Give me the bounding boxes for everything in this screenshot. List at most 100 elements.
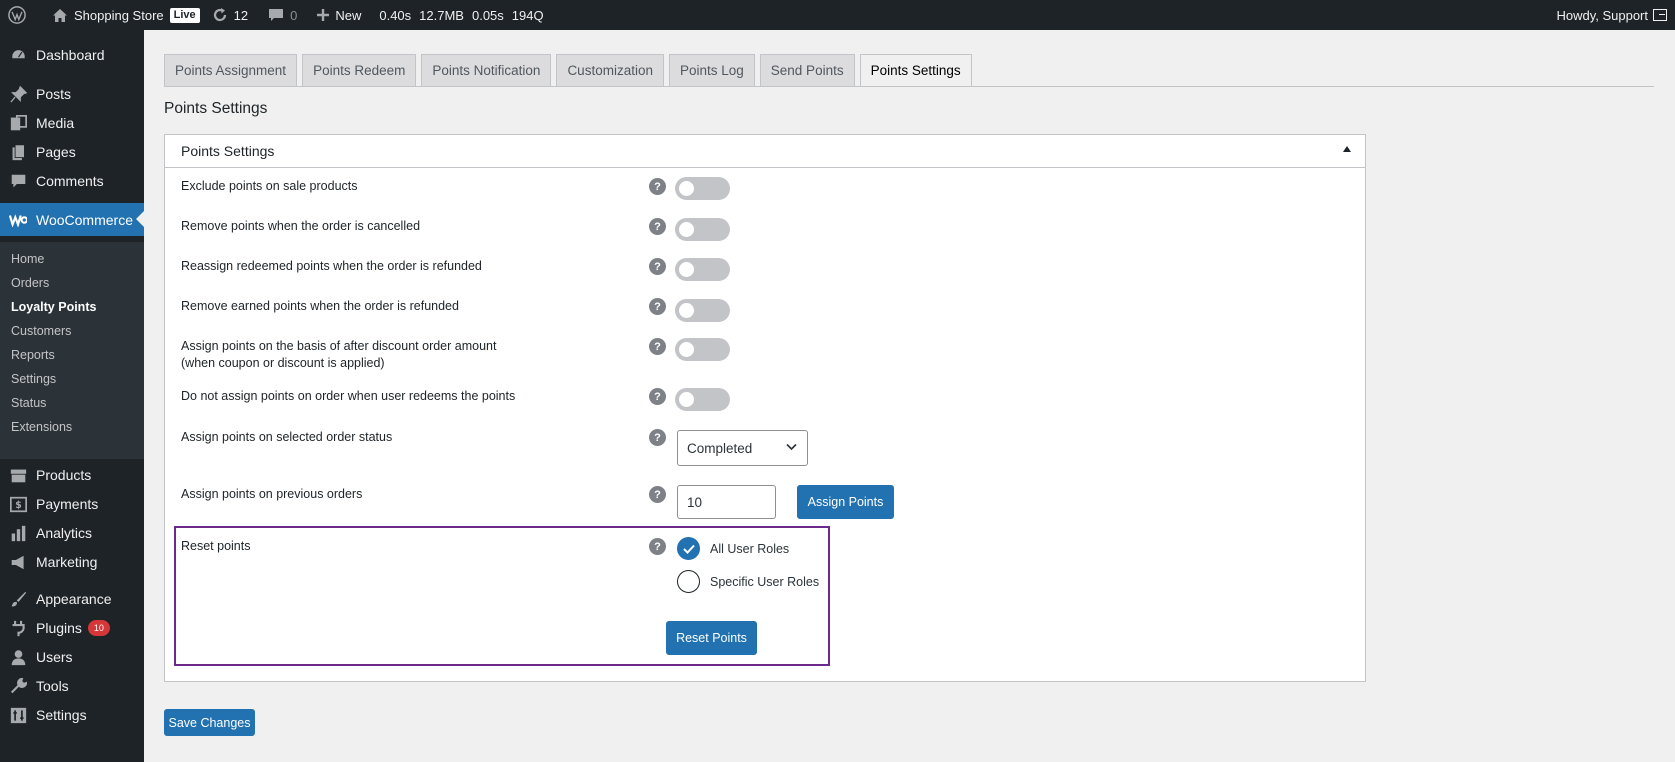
label-exclude-sale-products: Exclude points on sale products (181, 179, 358, 193)
sidebar-item-users[interactable]: Users (0, 642, 144, 672)
toggle-after-discount-amount[interactable] (675, 338, 730, 361)
radio-specific-user-roles[interactable] (677, 570, 700, 593)
sidebar-item-dashboard[interactable]: Dashboard (0, 40, 144, 70)
submenu-item-loyalty-points[interactable]: Loyalty Points (11, 300, 96, 314)
sidebar-item-media[interactable]: Media (0, 108, 144, 138)
label-order-status: Assign points on selected order status (181, 430, 393, 444)
settings-tabs: Points Assignment Points Redeem Points N… (164, 54, 977, 87)
archive-icon (8, 465, 28, 485)
panel-header[interactable]: Points Settings (165, 135, 1365, 168)
toggle-remove-on-cancel[interactable] (675, 218, 730, 241)
label-previous-orders: Assign points on previous orders (181, 487, 363, 501)
tab-points-assignment[interactable]: Points Assignment (164, 54, 298, 86)
sidebar-item-products[interactable]: Products (0, 460, 144, 490)
radio-all-user-roles[interactable] (677, 537, 700, 560)
updates-link[interactable]: 12 (206, 0, 254, 30)
comment-bubble-icon (268, 8, 284, 23)
help-icon[interactable]: ? (649, 178, 666, 195)
tab-points-redeem[interactable]: Points Redeem (302, 54, 417, 86)
settings-icon (8, 705, 28, 725)
greeting: Howdy, Support (1556, 7, 1648, 23)
submenu-item-extensions[interactable]: Extensions (11, 420, 72, 434)
tab-points-settings[interactable]: Points Settings (859, 54, 972, 87)
help-icon[interactable]: ? (649, 298, 666, 315)
sidebar-item-comments[interactable]: Comments (0, 166, 144, 196)
pin-icon (8, 84, 28, 104)
sidebar-item-pages[interactable]: Pages (0, 137, 144, 167)
sidebar-item-label: Posts (36, 86, 72, 102)
query-monitor-stats[interactable]: 0.40s 12.7MB 0.05s 194Q (373, 0, 549, 30)
sidebar-item-posts[interactable]: Posts (0, 79, 144, 109)
admin-bar: Shopping Store Live 12 0 New 0.40s 12.7M… (0, 0, 1675, 30)
help-icon[interactable]: ? (649, 218, 666, 235)
points-settings-panel: Points Settings Exclude points on sale p… (164, 134, 1366, 682)
stat-db-time: 0.05s (471, 7, 504, 23)
order-status-select[interactable]: Completed (677, 430, 808, 466)
comments-link[interactable]: 0 (262, 0, 303, 30)
radio-label-specific-user-roles: Specific User Roles (710, 575, 820, 589)
sidebar-item-label: Tools (36, 678, 69, 694)
sidebar-item-analytics[interactable]: Analytics (0, 518, 144, 548)
plugin-icon (8, 618, 28, 638)
page-title: Points Settings (164, 100, 268, 117)
help-icon[interactable]: ? (649, 429, 666, 446)
help-icon[interactable]: ? (649, 258, 666, 275)
sidebar-item-settings[interactable]: Settings (0, 700, 144, 730)
assign-points-button[interactable]: Assign Points (797, 485, 894, 519)
order-status-value: Completed (687, 440, 753, 456)
stat-memory: 12.7MB (419, 7, 464, 23)
help-icon[interactable]: ? (649, 388, 666, 405)
new-content-link[interactable]: New (311, 0, 367, 30)
label-remove-earned-refund: Remove earned points when the order is r… (181, 299, 459, 313)
submenu-item-orders[interactable]: Orders (11, 276, 49, 290)
submenu-item-settings[interactable]: Settings (11, 372, 56, 386)
toggle-no-points-when-redeemed[interactable] (675, 388, 730, 411)
submenu-item-home[interactable]: Home (11, 252, 44, 266)
submenu-item-reports[interactable]: Reports (11, 348, 55, 362)
help-icon[interactable]: ? (649, 486, 666, 503)
sidebar-item-label: Comments (36, 173, 104, 189)
toggle-remove-earned-refund[interactable] (675, 299, 730, 322)
sidebar-item-label: Marketing (36, 554, 98, 570)
sidebar-item-appearance[interactable]: Appearance (0, 584, 144, 614)
home-icon (52, 8, 68, 23)
sidebar-item-payments[interactable]: $ Payments (0, 489, 144, 519)
reset-points-button[interactable]: Reset Points (666, 621, 757, 655)
chart-bar-icon (8, 523, 28, 543)
wordpress-logo[interactable] (0, 0, 32, 30)
my-account-link[interactable]: Howdy, Support (1556, 0, 1667, 30)
previous-orders-input[interactable]: 10 (677, 485, 776, 519)
checkmark-icon (682, 544, 695, 554)
admin-sidebar: Dashboard Posts Media Pages Comments Woo… (0, 30, 144, 762)
sidebar-item-label: Settings (36, 707, 87, 723)
toggle-reassign-redeemed-refund[interactable] (675, 258, 730, 281)
sidebar-item-label: WooCommerce (36, 211, 133, 228)
sidebar-item-label: Users (36, 649, 73, 665)
site-name-link[interactable]: Shopping Store Live (46, 0, 206, 30)
help-icon[interactable]: ? (649, 338, 666, 355)
tab-customization[interactable]: Customization (556, 54, 664, 86)
stat-queries: 194Q (511, 7, 544, 23)
submenu-item-customers[interactable]: Customers (11, 324, 71, 338)
tab-points-log[interactable]: Points Log (668, 54, 755, 86)
sidebar-item-woocommerce[interactable]: WooCommerce (0, 203, 144, 236)
help-icon[interactable]: ? (649, 538, 666, 555)
collapse-arrow-icon[interactable] (1343, 146, 1351, 152)
label-line-2: (when coupon or discount is applied) (181, 356, 385, 370)
panel-title: Points Settings (181, 143, 275, 159)
sidebar-item-label: Media (36, 115, 75, 131)
toggle-exclude-sale-products[interactable] (675, 177, 730, 200)
sidebar-item-tools[interactable]: Tools (0, 671, 144, 701)
tab-send-points[interactable]: Send Points (759, 54, 855, 86)
sidebar-item-plugins[interactable]: Plugins 10 (0, 613, 144, 643)
tabs-divider (164, 86, 1654, 87)
wrench-icon (8, 676, 28, 696)
plugins-update-badge: 10 (87, 620, 110, 636)
sidebar-item-label: Analytics (36, 525, 93, 541)
live-badge: Live (169, 7, 200, 23)
sidebar-item-marketing[interactable]: Marketing (0, 547, 144, 577)
tab-points-notification[interactable]: Points Notification (421, 54, 552, 86)
submenu-item-status[interactable]: Status (11, 396, 46, 410)
plus-icon (317, 9, 330, 21)
save-changes-button[interactable]: Save Changes (164, 709, 255, 736)
